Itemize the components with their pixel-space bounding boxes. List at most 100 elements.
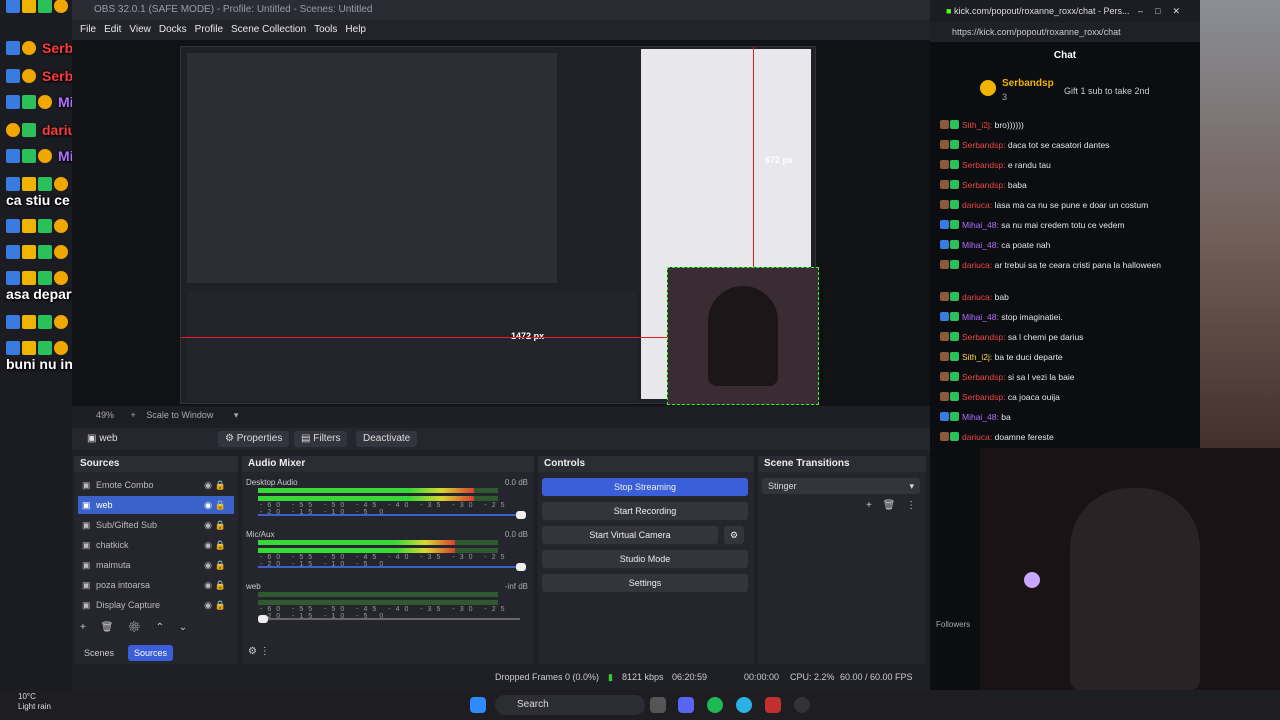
volume-slider[interactable]: [258, 511, 526, 519]
chat-username[interactable]: Serbandsp:: [962, 392, 1008, 402]
menu-item-tools[interactable]: Tools: [314, 20, 337, 40]
studio-mode-button[interactable]: Studio Mode: [542, 550, 748, 568]
menu-item-file[interactable]: File: [80, 20, 96, 40]
lock-icon[interactable]: 🔒: [215, 476, 226, 494]
tab-scenes[interactable]: Scenes: [78, 645, 120, 661]
volume-slider-knob[interactable]: [516, 563, 526, 571]
more-icon[interactable]: ⋮: [906, 500, 916, 511]
volume-slider-knob[interactable]: [258, 615, 268, 623]
source-item[interactable]: ▣ maimuta ◉ 🔒: [78, 556, 234, 574]
chat-username[interactable]: Serbandsp:: [962, 140, 1008, 150]
volume-slider[interactable]: [258, 615, 520, 623]
add-icon[interactable]: +: [80, 622, 86, 633]
chat-username[interactable]: Serbandsp:: [962, 160, 1008, 170]
chat-username[interactable]: Mihai_48:: [962, 312, 1001, 322]
lock-icon[interactable]: 🔒: [215, 576, 226, 594]
chat-message: Serbandsp: ca joaca ouija: [940, 392, 1190, 402]
gear-icon[interactable]: ⚙: [128, 622, 141, 633]
move-up-icon[interactable]: ⌃: [156, 622, 164, 633]
app-icon[interactable]: [765, 697, 781, 713]
menu-item-help[interactable]: Help: [345, 20, 366, 40]
start-recording-button[interactable]: Start Recording: [542, 502, 748, 520]
move-down-icon[interactable]: ⌄: [179, 622, 187, 633]
deactivate-button[interactable]: Deactivate: [356, 431, 418, 447]
eye-icon[interactable]: ◉: [204, 596, 212, 614]
chat-username[interactable]: dariuca:: [962, 292, 995, 302]
scale-dropdown-icon[interactable]: ▾: [234, 410, 239, 420]
url-bar[interactable]: https://kick.com/popout/roxanne_roxx/cha…: [930, 22, 1200, 42]
volume-slider-knob[interactable]: [516, 511, 526, 519]
trash-icon[interactable]: 🗑: [883, 500, 896, 511]
transition-select[interactable]: Stinger ▾: [762, 478, 920, 494]
chat-username[interactable]: dariuca:: [962, 260, 995, 270]
chat-username[interactable]: dariuca:: [962, 432, 995, 442]
properties-button[interactable]: ⚙ Properties: [218, 431, 290, 447]
chat-username[interactable]: Mihai_48:: [962, 412, 1001, 422]
chat-username[interactable]: Serbandsp:: [962, 372, 1008, 382]
mixer-settings-icon[interactable]: ⚙ ⋮: [248, 646, 270, 657]
chat-username[interactable]: Mihai_48:: [962, 240, 1001, 250]
spotify-icon[interactable]: [707, 697, 723, 713]
eye-icon[interactable]: ◉: [204, 516, 212, 534]
settings-button[interactable]: Settings: [542, 574, 748, 592]
eye-icon[interactable]: ◉: [204, 476, 212, 494]
sub-badge-icon: [950, 352, 959, 361]
source-item[interactable]: ▣ Emote Combo ◉ 🔒: [78, 476, 234, 494]
virtual-camera-settings-button[interactable]: ⚙: [724, 526, 744, 544]
weather-widget[interactable]: 10°C Light rain: [18, 692, 51, 712]
eye-icon[interactable]: ◉: [204, 496, 212, 514]
obs-taskbar-icon[interactable]: [794, 697, 810, 713]
scale-mode[interactable]: Scale to Window: [146, 410, 213, 420]
menu-item-scene-collection[interactable]: Scene Collection: [231, 20, 306, 40]
chat-username[interactable]: Serbandsp:: [962, 180, 1008, 190]
chat-username[interactable]: dariuca:: [962, 200, 995, 210]
source-item[interactable]: ▣ chatkick ◉ 🔒: [78, 536, 234, 554]
lock-icon[interactable]: 🔒: [215, 596, 226, 614]
task-view-icon[interactable]: [650, 697, 666, 713]
source-item[interactable]: ▣ Display Capture ◉ 🔒: [78, 596, 234, 614]
zoom-level[interactable]: 49%: [96, 410, 114, 420]
sub-badge-icon: [950, 292, 959, 301]
chat-username[interactable]: Sith_i2j:: [962, 352, 995, 362]
mixer-channel-name: Mic/Aux: [246, 530, 275, 539]
lock-icon[interactable]: 🔒: [215, 496, 226, 514]
add-icon[interactable]: +: [866, 500, 872, 511]
sub-badge-icon: [950, 120, 959, 129]
taskbar-search[interactable]: Search: [495, 695, 645, 715]
webcam-source-selected[interactable]: [667, 267, 819, 405]
chat-message: Serbandsp: baba: [940, 180, 1190, 190]
source-type-icon: ▣: [82, 500, 91, 510]
source-item[interactable]: ▣ poza intoarsa ◉ 🔒: [78, 576, 234, 594]
chat-username[interactable]: Mihai_48:: [962, 220, 1001, 230]
chat-username[interactable]: Serbandsp:: [962, 332, 1008, 342]
eye-icon[interactable]: ◉: [204, 576, 212, 594]
start-virtual-camera-button[interactable]: Start Virtual Camera: [542, 526, 718, 544]
menu-item-view[interactable]: View: [129, 20, 151, 40]
streamer-person: [1070, 488, 1200, 690]
user-badge-icon: [940, 432, 949, 441]
obs-preview[interactable]: 672 px 1472 px: [72, 40, 930, 406]
volume-slider[interactable]: [258, 563, 526, 571]
pinned-gift-banner[interactable]: Serbandsp 3 Gift 1 sub to take 2nd: [980, 76, 1180, 108]
sources-dock: Sources ▣ Emote Combo ◉ 🔒 ▣ web ◉ 🔒 ▣ Sub/Gifted …: [74, 456, 238, 664]
window-controls[interactable]: –□✕: [1138, 0, 1192, 22]
source-item[interactable]: ▣ Sub/Gifted Sub ◉ 🔒: [78, 516, 234, 534]
tab-sources[interactable]: Sources: [128, 645, 174, 661]
eye-icon[interactable]: ◉: [204, 556, 212, 574]
menu-item-profile[interactable]: Profile: [195, 20, 223, 40]
edge-icon[interactable]: [736, 697, 752, 713]
filters-button[interactable]: ▤ Filters: [294, 431, 348, 447]
stop-streaming-button[interactable]: Stop Streaming: [542, 478, 748, 496]
lock-icon[interactable]: 🔒: [215, 556, 226, 574]
lock-icon[interactable]: 🔒: [215, 516, 226, 534]
menu-item-docks[interactable]: Docks: [159, 20, 187, 40]
menu-item-edit[interactable]: Edit: [104, 20, 121, 40]
lock-icon[interactable]: 🔒: [215, 536, 226, 554]
chat-username[interactable]: Sith_i2j:: [962, 120, 995, 130]
eye-icon[interactable]: ◉: [204, 536, 212, 554]
windows-start-icon[interactable]: [470, 697, 486, 713]
source-item[interactable]: ▣ web ◉ 🔒: [78, 496, 234, 514]
trash-icon[interactable]: 🗑: [101, 622, 114, 633]
discord-icon[interactable]: [678, 697, 694, 713]
zoom-in-icon[interactable]: +: [131, 410, 136, 420]
